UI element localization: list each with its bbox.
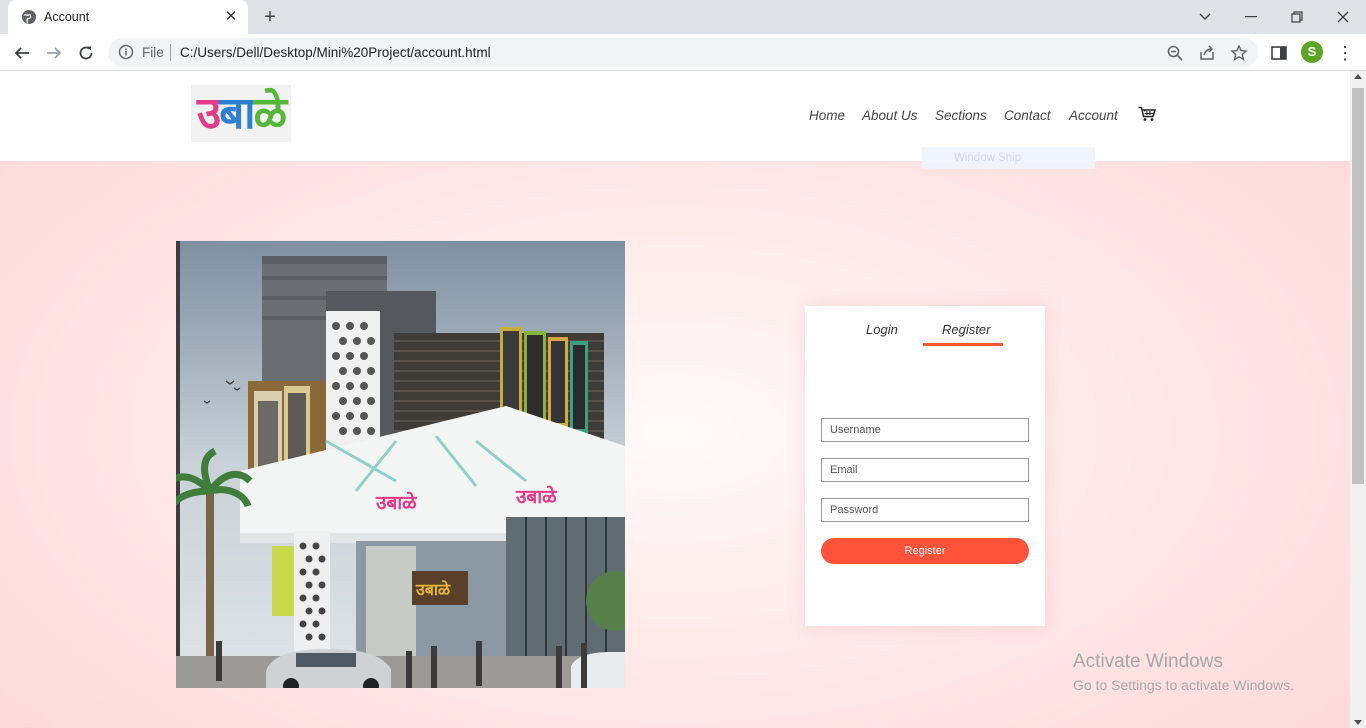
zoom-icon[interactable] [1166, 44, 1184, 62]
page-viewport: उबाळे Home About Us Sections Contact Acc… [0, 71, 1350, 728]
watermark-subtitle: Go to Settings to activate Windows. [1073, 677, 1294, 693]
browser-tab[interactable]: Account ✕ [8, 0, 248, 34]
address-url[interactable]: C:/Users/Dell/Desktop/Mini%20Project/acc… [180, 45, 491, 60]
watermark-title: Activate Windows [1073, 651, 1223, 672]
cart-icon[interactable] [1138, 106, 1156, 122]
window-close-button[interactable] [1320, 0, 1366, 34]
window-snip-label: Window Snip [954, 152, 1022, 164]
browser-toolbar: File C:/Users/Dell/Desktop/Mini%20Projec… [0, 34, 1366, 71]
site-header: उबाळे Home About Us Sections Contact Acc… [0, 71, 1350, 161]
activate-windows-watermark: Activate Windows Go to Settings to activ… [1073, 651, 1294, 693]
password-field[interactable]: Password [821, 498, 1029, 522]
tab-login[interactable]: Login [866, 322, 898, 337]
email-field[interactable]: Email [821, 458, 1029, 482]
reload-icon [79, 46, 93, 60]
tab-close-icon[interactable]: ✕ [222, 8, 240, 26]
nav-home[interactable]: Home [809, 108, 845, 123]
scrollbar-thumb[interactable] [1352, 88, 1364, 484]
svg-text:उबाळे: उबाळे [515, 485, 558, 508]
scroll-down-arrow-icon[interactable] [1354, 720, 1362, 725]
address-separator [170, 44, 171, 61]
register-button[interactable]: Register [821, 538, 1029, 564]
vertical-scrollbar[interactable] [1350, 71, 1366, 728]
nav-sections[interactable]: Sections [935, 108, 987, 123]
info-icon[interactable] [118, 44, 134, 60]
window-snip-overlay: Window Snip [922, 147, 1095, 169]
minimize-button[interactable] [1228, 0, 1274, 34]
side-panel-icon[interactable] [1269, 43, 1289, 63]
new-tab-button[interactable]: + [259, 6, 281, 28]
site-logo[interactable]: उबाळे [191, 85, 291, 142]
reload-button[interactable] [73, 40, 99, 66]
username-field[interactable]: Username [821, 418, 1029, 442]
active-tab-indicator [923, 343, 1003, 346]
tab-search-icon[interactable] [1182, 0, 1228, 34]
back-arrow-icon [14, 47, 29, 59]
share-icon[interactable] [1198, 44, 1216, 62]
tab-title: Account [44, 10, 90, 24]
nav-about-us[interactable]: About Us [862, 108, 918, 123]
store-building-image: उबाळे उबाळे उबाळे [176, 241, 625, 688]
scroll-up-arrow-icon[interactable] [1354, 74, 1362, 79]
svg-text:उबाळे: उबाळे [375, 491, 418, 514]
globe-icon [22, 10, 36, 24]
forward-button[interactable] [41, 40, 67, 66]
auth-form-card: Login Register Username Email Password R… [805, 306, 1045, 626]
forward-arrow-icon [47, 47, 62, 59]
browser-menu-icon[interactable]: ⋮ [1336, 42, 1354, 64]
nav-account[interactable]: Account [1069, 108, 1118, 123]
tab-register[interactable]: Register [942, 322, 990, 337]
bookmark-star-icon[interactable] [1230, 44, 1248, 62]
address-bar[interactable]: File C:/Users/Dell/Desktop/Mini%20Projec… [108, 38, 1258, 67]
back-button[interactable] [9, 40, 35, 66]
browser-tab-strip: Account ✕ + [0, 0, 1366, 34]
svg-text:उबाळे: उबाळे [415, 580, 451, 599]
logo-wordmark: उबाळे [196, 88, 287, 139]
address-scheme-label: File [142, 45, 164, 60]
restore-button[interactable] [1274, 0, 1320, 34]
profile-avatar[interactable]: S [1301, 41, 1323, 63]
nav-contact[interactable]: Contact [1004, 108, 1051, 123]
